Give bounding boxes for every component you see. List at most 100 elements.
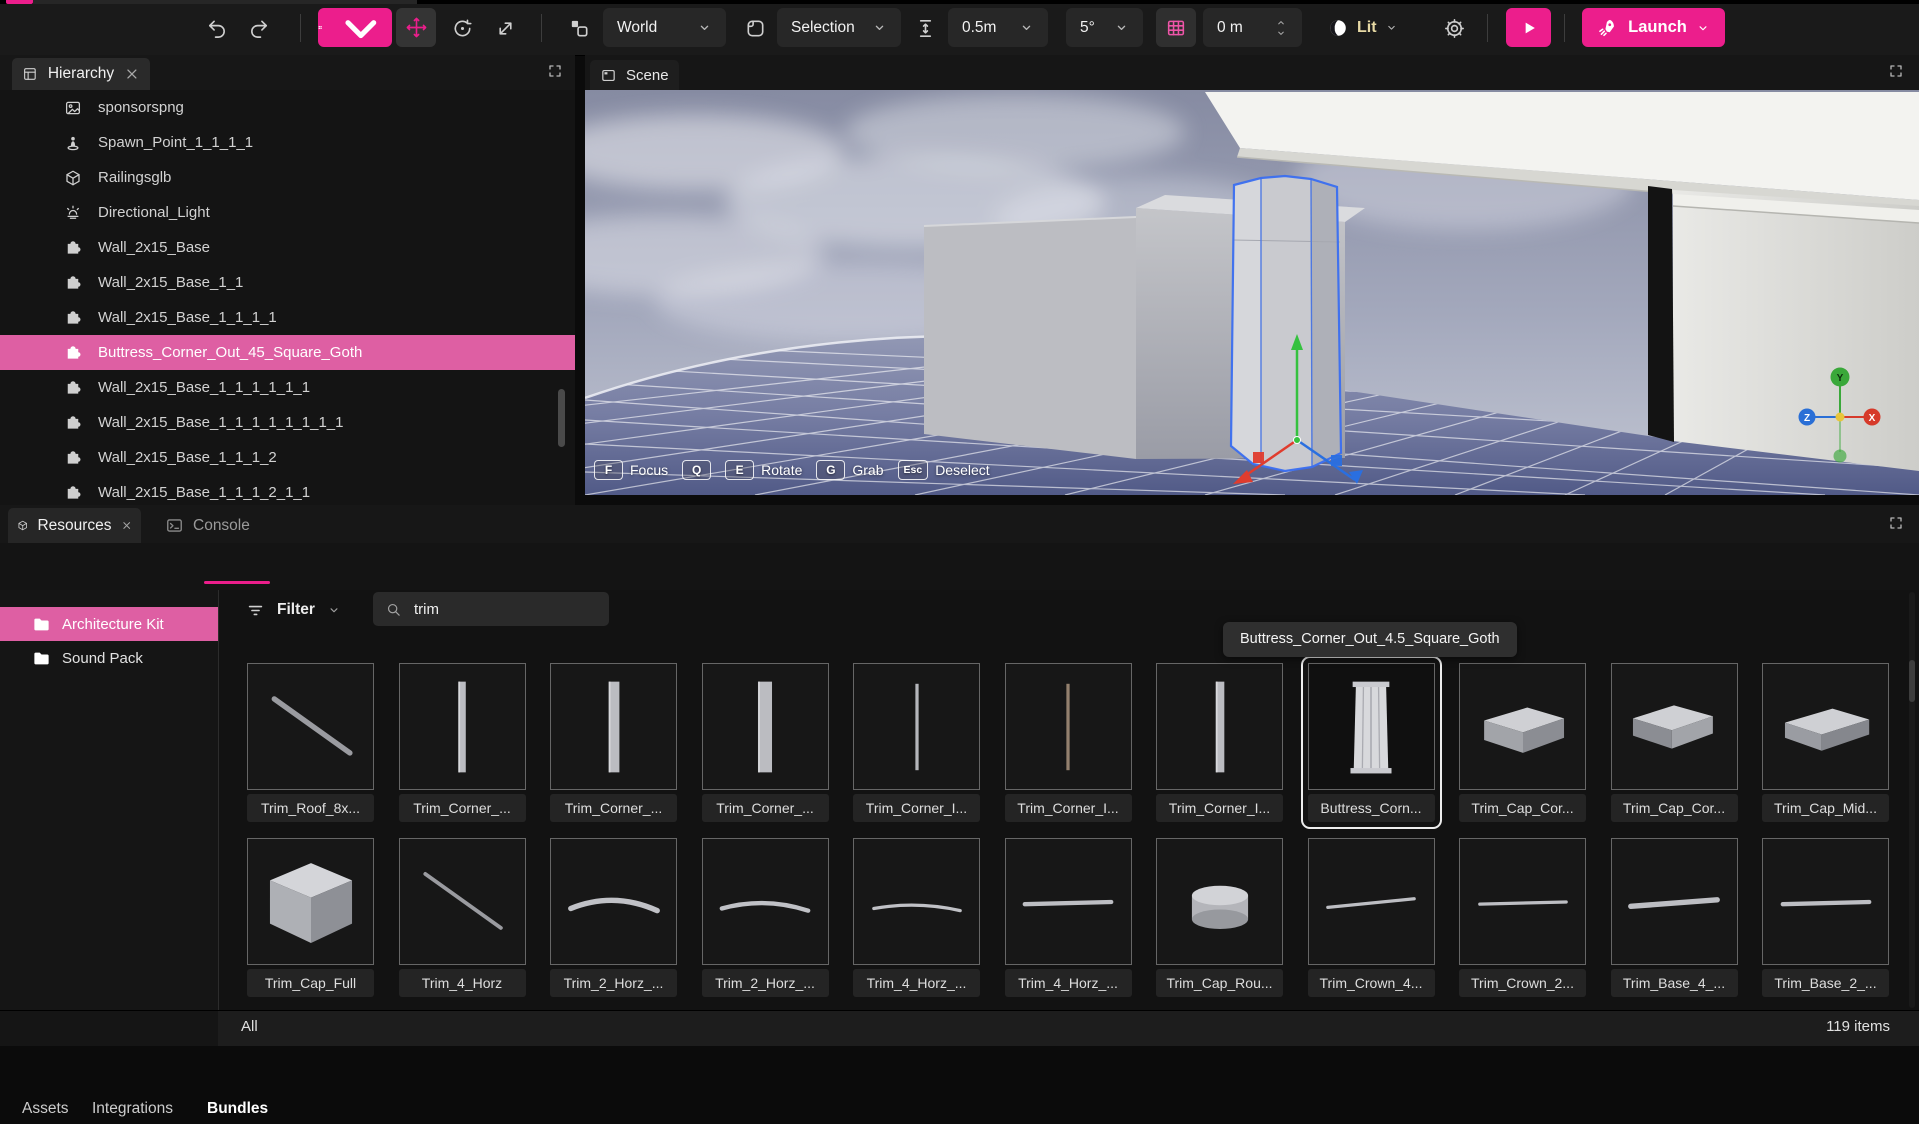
entity-icon <box>64 309 82 327</box>
scene-viewport[interactable]: Y Z X <box>585 90 1919 495</box>
expand-icon[interactable] <box>1888 515 1904 531</box>
hierarchy-item[interactable]: Wall_2x15_Base_1_1_1_1_1_1_1_1 <box>0 405 575 440</box>
filter-control[interactable]: Filter <box>246 598 341 622</box>
hierarchy-item[interactable]: Wall_2x15_Base <box>0 230 575 265</box>
hierarchy-item[interactable]: Wall_2x15_Base_1_1_1_2 <box>0 440 575 475</box>
asset-thumbnail <box>702 663 829 790</box>
folder-label: Sound Pack <box>62 650 143 667</box>
shading-mode-control[interactable]: Lit <box>1327 8 1398 47</box>
height-stepper[interactable]: 0 m <box>1203 8 1302 47</box>
asset-label: Trim_4_Horz_... <box>853 969 980 997</box>
undo-button[interactable] <box>199 11 233 45</box>
asset-grid-scrollbar[interactable] <box>1909 592 1915 1008</box>
hierarchy-item[interactable]: Spawn_Point_1_1_1_1 <box>0 125 575 160</box>
launch-button[interactable]: Launch <box>1582 8 1725 47</box>
asset-tile[interactable]: Trim_4_Horz_... <box>1005 838 1132 997</box>
asset-tile[interactable]: Buttress_Corn... <box>1308 663 1435 822</box>
tab-hierarchy[interactable]: Hierarchy <box>12 58 150 90</box>
world-dropdown[interactable]: World <box>603 8 726 47</box>
asset-thumbnail <box>1156 663 1283 790</box>
hierarchy-item[interactable]: Buttress_Corner_Out_45_Square_Goth <box>0 335 575 370</box>
hierarchy-tab-label: Hierarchy <box>48 65 114 83</box>
grid-snap-toggle[interactable] <box>1156 8 1196 47</box>
asset-tile[interactable]: Trim_Base_4_... <box>1611 838 1738 997</box>
stepper-down-icon[interactable] <box>1274 28 1288 39</box>
hint-label: Grab <box>852 462 883 478</box>
asset-tile[interactable]: Trim_Cap_Cor... <box>1611 663 1738 822</box>
asset-tile[interactable]: Trim_2_Horz_... <box>702 838 829 997</box>
redo-button[interactable] <box>242 11 276 45</box>
grid-tool-button[interactable] <box>318 8 392 47</box>
asset-tile[interactable]: Trim_Corner_I... <box>853 663 980 822</box>
tab-resources[interactable]: Resources <box>8 508 141 543</box>
hierarchy-item[interactable]: Directional_Light <box>0 195 575 230</box>
expand-icon[interactable] <box>547 63 563 79</box>
asset-label: Trim_Corner_... <box>550 794 677 822</box>
close-icon[interactable] <box>121 516 132 535</box>
grid-tool-icon <box>318 17 322 38</box>
folder-item[interactable]: Sound Pack <box>0 641 218 675</box>
chevron-down-icon <box>1114 20 1129 35</box>
hierarchy-item[interactable]: Wall_2x15_Base_1_1 <box>0 265 575 300</box>
tab-integrations[interactable]: Integrations <box>92 1094 173 1124</box>
transform-space-button[interactable] <box>562 11 596 45</box>
move-snap-dropdown[interactable]: 0.5m <box>948 8 1048 47</box>
hierarchy-scrollbar[interactable] <box>558 389 565 447</box>
asset-tile[interactable]: Trim_Crown_2... <box>1459 838 1586 997</box>
hierarchy-item[interactable]: Wall_2x15_Base_1_1_1_1 <box>0 300 575 335</box>
search-input[interactable] <box>412 600 576 619</box>
asset-tile[interactable]: Trim_4_Horz_... <box>853 838 980 997</box>
chevron-down-icon <box>697 20 712 35</box>
settings-button[interactable] <box>1437 11 1471 45</box>
asset-label: Trim_Corner_I... <box>1156 794 1283 822</box>
asset-tile[interactable]: Trim_Corner_I... <box>1156 663 1283 822</box>
close-icon[interactable] <box>124 65 140 83</box>
asset-search-box[interactable] <box>373 592 609 626</box>
hierarchy-item[interactable]: Wall_2x15_Base_1_1_1_1_1_1 <box>0 370 575 405</box>
asset-grid-scroll-thumb[interactable] <box>1909 660 1915 702</box>
moon-icon <box>1327 17 1349 39</box>
hierarchy-item[interactable]: sponsorspng <box>0 90 575 125</box>
duplicate-button[interactable] <box>738 11 772 45</box>
asset-tile[interactable]: Trim_Base_2_... <box>1762 838 1889 997</box>
entity-icon <box>64 344 82 362</box>
asset-tile[interactable]: Trim_Cap_Cor... <box>1459 663 1586 822</box>
play-button[interactable] <box>1506 8 1551 47</box>
asset-tile[interactable]: Trim_Corner_... <box>399 663 526 822</box>
tab-assets[interactable]: Assets <box>22 1094 69 1124</box>
play-icon <box>1519 18 1539 38</box>
tab-scene[interactable]: Scene <box>590 60 679 90</box>
asset-tile[interactable]: Trim_Crown_4... <box>1308 838 1435 997</box>
asset-tile[interactable]: Trim_Corner_... <box>550 663 677 822</box>
asset-tile[interactable]: Trim_4_Horz <box>399 838 526 997</box>
asset-thumbnail <box>1611 838 1738 965</box>
tab-console[interactable]: Console <box>155 508 260 543</box>
keyboard-hints: FFocusQERotateGGrabEscDeselect <box>594 457 990 483</box>
selection-dropdown[interactable]: Selection <box>777 8 901 47</box>
asset-tile[interactable]: Trim_2_Horz_... <box>550 838 677 997</box>
move-tool-button[interactable] <box>396 8 436 47</box>
asset-tile[interactable]: Trim_Corner_... <box>702 663 829 822</box>
asset-tile[interactable]: Trim_Corner_I... <box>1005 663 1132 822</box>
filter-label: Filter <box>277 601 315 619</box>
footer-scope-label[interactable]: All <box>241 1018 258 1035</box>
expand-icon[interactable] <box>1888 63 1904 79</box>
asset-tile[interactable]: Trim_Cap_Mid... <box>1762 663 1889 822</box>
scale-tool-icon <box>494 17 517 40</box>
rotate-snap-dropdown[interactable]: 5° <box>1066 8 1143 47</box>
vertical-spacing-button[interactable] <box>908 11 942 45</box>
stepper-up-icon[interactable] <box>1274 17 1288 28</box>
hierarchy-item[interactable]: Railingsglb <box>0 160 575 195</box>
asset-grid-row: Trim_Cap_FullTrim_4_HorzTrim_2_Horz_...T… <box>247 838 1889 997</box>
rotate-tool-button[interactable] <box>445 11 479 45</box>
hierarchy-item[interactable]: Wall_2x15_Base_1_1_1_2_1_1 <box>0 475 575 505</box>
scale-tool-button[interactable] <box>488 11 522 45</box>
folder-item[interactable]: Architecture Kit <box>0 607 218 641</box>
model-icon <box>64 169 82 187</box>
move-tool-icon <box>405 16 428 39</box>
tab-bundles[interactable]: Bundles <box>207 1094 268 1124</box>
asset-tile[interactable]: Trim_Roof_8x... <box>247 663 374 822</box>
asset-tile[interactable]: Trim_Cap_Full <box>247 838 374 997</box>
image-icon <box>64 99 82 117</box>
asset-tile[interactable]: Trim_Cap_Rou... <box>1156 838 1283 997</box>
